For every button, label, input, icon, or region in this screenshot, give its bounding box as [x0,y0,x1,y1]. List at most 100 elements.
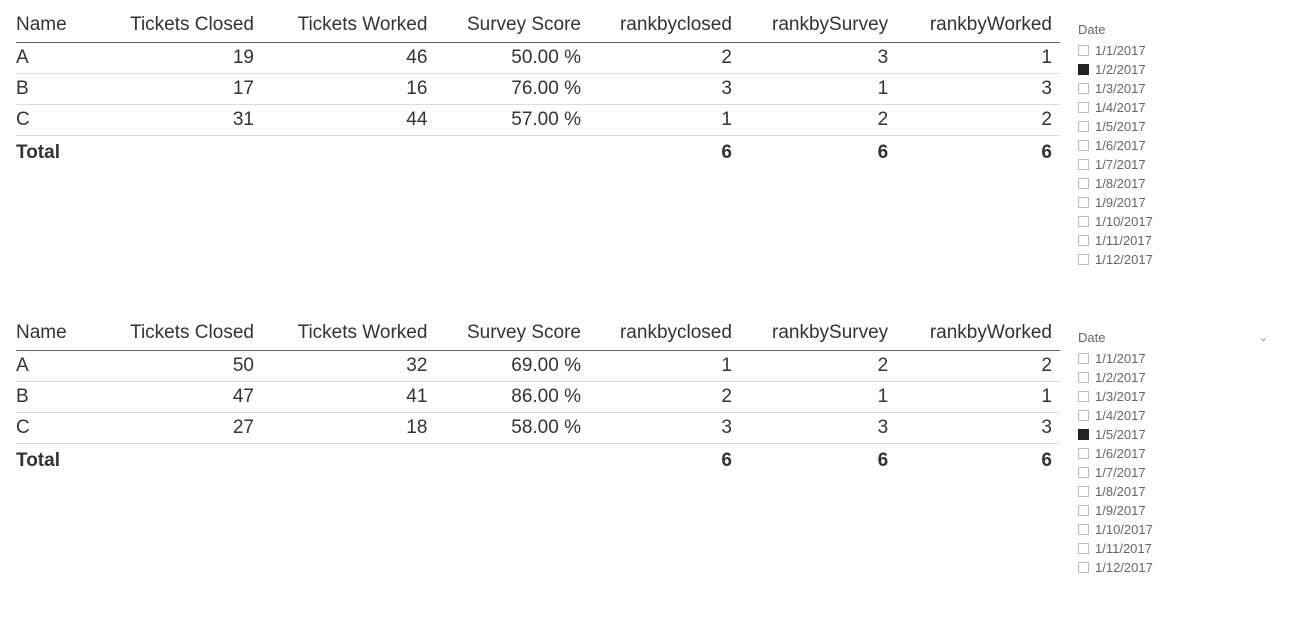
col-header-name[interactable]: Name [16,316,96,351]
table-row[interactable]: A 19 46 50.00 % 2 3 1 [16,43,1060,74]
cell-worked: 18 [262,413,435,444]
col-header-rankclosed[interactable]: rankbyclosed [589,316,740,351]
checkbox-icon[interactable] [1078,102,1089,113]
slicer-item[interactable]: 1/9/2017 [1076,501,1276,520]
col-header-worked[interactable]: Tickets Worked [262,316,435,351]
slicer-item-label: 1/1/2017 [1095,350,1146,367]
slicer-item[interactable]: 1/1/2017 [1076,41,1276,60]
checkbox-icon[interactable] [1078,216,1089,227]
slicer-item[interactable]: 1/8/2017 [1076,482,1276,501]
checkbox-icon[interactable] [1078,45,1089,56]
col-header-worked[interactable]: Tickets Worked [262,8,435,43]
checkbox-icon[interactable] [1078,140,1089,151]
slicer-item-label: 1/12/2017 [1095,251,1153,268]
checkbox-icon[interactable] [1078,486,1089,497]
slicer-item[interactable]: 1/9/2017 [1076,193,1276,212]
slicer-item[interactable]: 1/2/2017 [1076,60,1276,79]
checkbox-icon[interactable] [1078,178,1089,189]
slicer-item[interactable]: 1/6/2017 [1076,136,1276,155]
checkbox-icon[interactable] [1078,197,1089,208]
cell-rankworked: 1 [896,43,1060,74]
slicer-item[interactable]: 1/7/2017 [1076,463,1276,482]
checkbox-icon[interactable] [1078,353,1089,364]
checkbox-icon[interactable] [1078,524,1089,535]
slicer-header[interactable]: Date [1076,20,1276,41]
checkbox-icon[interactable] [1078,448,1089,459]
slicer-item[interactable]: 1/11/2017 [1076,539,1276,558]
checkbox-icon[interactable] [1078,562,1089,573]
slicer-item[interactable]: 1/2/2017 [1076,368,1276,387]
table-row[interactable]: A 50 32 69.00 % 1 2 2 [16,351,1060,382]
col-header-survey[interactable]: Survey Score [435,8,589,43]
col-header-rankclosed[interactable]: rankbyclosed [589,8,740,43]
slicer-item[interactable]: 1/5/2017 [1076,117,1276,136]
data-table-1: Name Tickets Closed Tickets Worked Surve… [16,8,1060,170]
table-visual-2: Name Tickets Closed Tickets Worked Surve… [0,308,1076,478]
checkbox-icon[interactable] [1078,159,1089,170]
checkbox-icon[interactable] [1078,505,1089,516]
slicer-header[interactable]: Date ⌄ [1076,328,1276,349]
checkbox-icon[interactable] [1078,391,1089,402]
checkbox-icon[interactable] [1078,467,1089,478]
checkbox-icon[interactable] [1078,254,1089,265]
slicer-item[interactable]: 1/4/2017 [1076,406,1276,425]
slicer-item[interactable]: 1/1/2017 [1076,349,1276,368]
cell-worked: 16 [262,74,435,105]
cell-rankworked: 3 [896,74,1060,105]
slicer-item[interactable]: 1/12/2017 [1076,250,1276,269]
col-header-rankworked[interactable]: rankbyWorked [896,316,1060,351]
checkbox-icon[interactable] [1078,121,1089,132]
checkbox-icon[interactable] [1078,372,1089,383]
checkbox-icon[interactable] [1078,83,1089,94]
checkbox-icon[interactable] [1078,543,1089,554]
slicer-item[interactable]: 1/3/2017 [1076,387,1276,406]
slicer-item-label: 1/4/2017 [1095,99,1146,116]
chevron-down-icon[interactable]: ⌄ [1259,331,1268,344]
slicer-item[interactable]: 1/8/2017 [1076,174,1276,193]
checkbox-icon[interactable] [1078,64,1089,75]
table-row[interactable]: B 17 16 76.00 % 3 1 3 [16,74,1060,105]
slicer-item[interactable]: 1/3/2017 [1076,79,1276,98]
col-header-closed[interactable]: Tickets Closed [96,8,262,43]
table-row[interactable]: C 31 44 57.00 % 1 2 2 [16,105,1060,136]
slicer-item[interactable]: 1/12/2017 [1076,558,1276,577]
cell-ranksurvey: 3 [740,43,896,74]
cell-rankworked: 2 [896,351,1060,382]
col-header-closed[interactable]: Tickets Closed [96,316,262,351]
slicer-item[interactable]: 1/4/2017 [1076,98,1276,117]
checkbox-icon[interactable] [1078,235,1089,246]
slicer-item[interactable]: 1/7/2017 [1076,155,1276,174]
cell-survey: 58.00 % [435,413,589,444]
slicer-title: Date [1078,330,1105,345]
cell-worked: 44 [262,105,435,136]
checkbox-icon[interactable] [1078,410,1089,421]
checkbox-icon[interactable] [1078,429,1089,440]
slicer-item[interactable]: 1/5/2017 [1076,425,1276,444]
slicer-item[interactable]: 1/10/2017 [1076,520,1276,539]
table-row[interactable]: C 27 18 58.00 % 3 3 3 [16,413,1060,444]
col-header-ranksurvey[interactable]: rankbySurvey [740,8,896,43]
cell-name: A [16,351,96,382]
slicer-item[interactable]: 1/6/2017 [1076,444,1276,463]
slicer-item-label: 1/11/2017 [1095,232,1152,249]
slicer-list: 1/1/20171/2/20171/3/20171/4/20171/5/2017… [1076,41,1276,269]
table-row[interactable]: B 47 41 86.00 % 2 1 1 [16,382,1060,413]
cell-rankclosed: 3 [589,74,740,105]
cell-survey: 76.00 % [435,74,589,105]
slicer-item-label: 1/3/2017 [1095,388,1146,405]
col-header-ranksurvey[interactable]: rankbySurvey [740,316,896,351]
section-bottom: Name Tickets Closed Tickets Worked Surve… [0,308,1304,577]
col-header-rankworked[interactable]: rankbyWorked [896,8,1060,43]
slicer-item-label: 1/10/2017 [1095,213,1153,230]
slicer-item-label: 1/1/2017 [1095,42,1146,59]
slicer-item-label: 1/4/2017 [1095,407,1146,424]
slicer-item-label: 1/10/2017 [1095,521,1153,538]
cell-closed: 50 [96,351,262,382]
col-header-name[interactable]: Name [16,8,96,43]
slicer-item[interactable]: 1/10/2017 [1076,212,1276,231]
col-header-survey[interactable]: Survey Score [435,316,589,351]
slicer-item-label: 1/7/2017 [1095,156,1146,173]
cell-name: B [16,382,96,413]
slicer-item[interactable]: 1/11/2017 [1076,231,1276,250]
slicer-item-label: 1/8/2017 [1095,483,1146,500]
